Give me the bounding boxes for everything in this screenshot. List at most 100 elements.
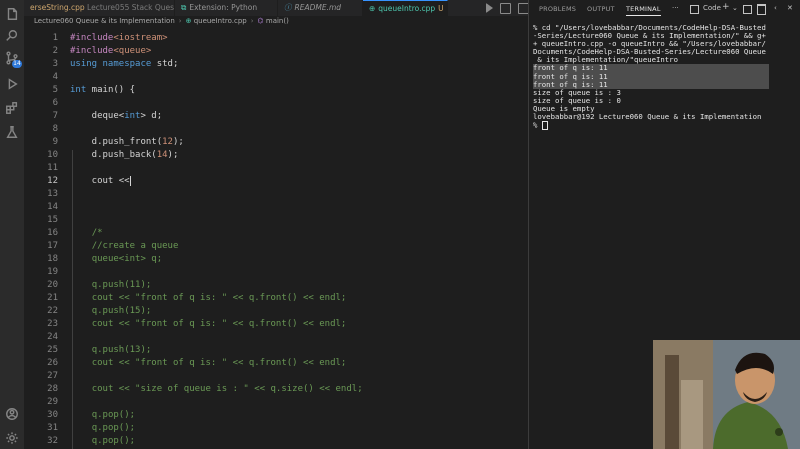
code-text[interactable]: q.push(15); — [70, 305, 152, 318]
code-text[interactable]: using namespace std; — [70, 58, 178, 71]
code-line[interactable]: 24 — [24, 331, 528, 344]
settings-gear-icon[interactable] — [4, 430, 20, 446]
code-text[interactable]: /* — [70, 227, 103, 240]
code-line[interactable]: 4 — [24, 71, 528, 84]
line-number: 25 — [47, 345, 58, 355]
code-line[interactable]: 11 — [24, 162, 528, 175]
new-terminal-icon[interactable]: + — [722, 2, 730, 12]
code-line[interactable]: 3 using namespace std; — [24, 58, 528, 71]
search-icon[interactable] — [4, 28, 20, 44]
line-number: 5 — [52, 85, 58, 95]
terminal-cursor — [541, 121, 548, 131]
code-line[interactable]: 16 /* — [24, 227, 528, 240]
code-line[interactable]: 18 queue<int> q; — [24, 253, 528, 266]
terminal-output[interactable]: % cd "/Users/lovebabbar/Documents/CodeHe… — [533, 23, 799, 131]
code-text[interactable]: cout << "front of q is: " << q.front() <… — [70, 318, 347, 331]
chevron-right-icon: › — [178, 17, 182, 25]
code-text[interactable]: q.push(11); — [70, 279, 152, 292]
breadcrumb-folder[interactable]: Lecture060 Queue & its Implementation — [34, 17, 175, 25]
code-text[interactable]: #include<iostream> — [70, 32, 168, 45]
code-line[interactable]: 2 #include<queue> — [24, 45, 528, 58]
line-number: 28 — [47, 384, 58, 394]
code-line[interactable]: 6 — [24, 97, 528, 110]
code-text[interactable]: cout << "size of queue is : " << q.size(… — [70, 383, 363, 396]
code-text[interactable]: q.pop(); — [70, 422, 135, 435]
code-line[interactable]: 31 q.pop(); — [24, 422, 528, 435]
code-line[interactable]: 12 cout << — [24, 175, 528, 188]
code-line[interactable]: 20 q.push(11); — [24, 279, 528, 292]
code-line[interactable]: 13 — [24, 188, 528, 201]
code-line[interactable]: 29 — [24, 396, 528, 409]
code-text[interactable]: d.push_front(12); — [70, 136, 184, 149]
code-text[interactable]: #include<queue> — [70, 45, 151, 58]
code-text[interactable]: //create a queue — [70, 240, 179, 253]
code-line[interactable]: 21 cout << "front of q is: " << q.front(… — [24, 292, 528, 305]
code-text[interactable]: cout << "front of q is: " << q.front() <… — [70, 292, 347, 305]
code-editor[interactable]: 1 #include<iostream> 2 #include<queue> 3 usin… — [24, 28, 528, 449]
terminal-line-text: % — [533, 120, 542, 130]
line-number: 15 — [47, 215, 58, 225]
info-icon: ⓘ — [284, 3, 292, 12]
function-icon: ⌬ — [257, 17, 266, 25]
tab-queue-intro[interactable]: ⊕ queueIntro.cpp U — [363, 0, 448, 17]
code-line[interactable]: 30 q.pop(); — [24, 409, 528, 422]
run-debug-icon[interactable] — [4, 76, 20, 92]
code-text[interactable]: d.push_back(14); — [70, 149, 179, 162]
extensions-icon[interactable] — [4, 100, 20, 116]
code-line[interactable]: 1 #include<iostream> — [24, 32, 528, 45]
line-number: 3 — [52, 59, 58, 69]
tab-extension-python[interactable]: ⧉ Extension: Python — [175, 0, 278, 16]
code-line[interactable]: 8 — [24, 123, 528, 136]
testing-icon[interactable] — [4, 124, 20, 140]
breadcrumb-file[interactable]: queueIntro.cpp — [194, 17, 247, 25]
code-line[interactable]: 5 int main() { — [24, 84, 528, 97]
terminal-shell-label[interactable]: Code — [703, 4, 721, 12]
code-line[interactable]: 15 — [24, 214, 528, 227]
tab-terminal[interactable]: TERMINAL — [626, 5, 661, 16]
code-line[interactable]: 27 — [24, 370, 528, 383]
code-line[interactable]: 17 //create a queue — [24, 240, 528, 253]
cpp-file-icon: ⊕ — [185, 17, 194, 25]
code-line[interactable]: 10 d.push_back(14); — [24, 149, 528, 162]
code-line[interactable]: 28 cout << "size of queue is : " << q.si… — [24, 383, 528, 396]
code-line[interactable]: 32 q.pop(); — [24, 435, 528, 448]
activity-bar: 14 — [0, 0, 24, 449]
code-text[interactable]: cout << — [70, 175, 131, 188]
line-number: 27 — [47, 371, 58, 381]
code-line[interactable]: 22 q.push(15); — [24, 305, 528, 318]
tab-output[interactable]: OUTPUT — [587, 5, 615, 13]
code-text[interactable]: q.push(13); — [70, 344, 152, 357]
code-line[interactable]: 9 d.push_front(12); — [24, 136, 528, 149]
run-icon[interactable] — [486, 3, 493, 13]
breadcrumb: Lecture060 Queue & its Implementation › ⊕ … — [34, 17, 289, 27]
tab-problems[interactable]: PROBLEMS — [539, 5, 576, 13]
chevron-down-icon[interactable]: ⌄ — [732, 4, 738, 12]
code-text[interactable]: cout << "front of q is: " << q.front() <… — [70, 357, 347, 370]
account-icon[interactable] — [4, 406, 20, 422]
webcam-overlay — [653, 340, 800, 449]
line-number: 31 — [47, 423, 58, 433]
breadcrumb-symbol[interactable]: main() — [266, 17, 289, 25]
line-number: 22 — [47, 306, 58, 316]
tab-erse-string[interactable]: erseString.cpp Lecture055 Stack Question… — [24, 0, 175, 16]
split-terminal-icon[interactable] — [743, 5, 752, 14]
code-line[interactable]: 19 — [24, 266, 528, 279]
trash-icon[interactable] — [757, 4, 766, 15]
code-line[interactable]: 23 cout << "front of q is: " << q.front(… — [24, 318, 528, 331]
compare-icon[interactable] — [500, 3, 511, 14]
code-line[interactable]: 26 cout << "front of q is: " << q.front(… — [24, 357, 528, 370]
code-line[interactable]: 7 deque<int> d; — [24, 110, 528, 123]
code-text[interactable]: q.pop(); — [70, 435, 135, 448]
code-text[interactable]: deque<int> d; — [70, 110, 162, 123]
files-icon[interactable] — [4, 6, 20, 22]
terminal-line-text: lovebabbar@192 Lecture060 Queue & its Im… — [533, 112, 762, 122]
code-text[interactable]: queue<int> q; — [70, 253, 162, 266]
code-text[interactable]: int main() { — [70, 84, 135, 97]
code-text[interactable]: q.pop(); — [70, 409, 135, 422]
chevron-left-icon[interactable]: ‹ — [774, 4, 777, 12]
more-icon[interactable]: ··· — [672, 4, 679, 12]
tab-readme[interactable]: ⓘ README.md — [278, 0, 363, 16]
code-line[interactable]: 14 — [24, 201, 528, 214]
code-line[interactable]: 25 q.push(13); — [24, 344, 528, 357]
close-icon[interactable]: ✕ — [787, 4, 793, 12]
